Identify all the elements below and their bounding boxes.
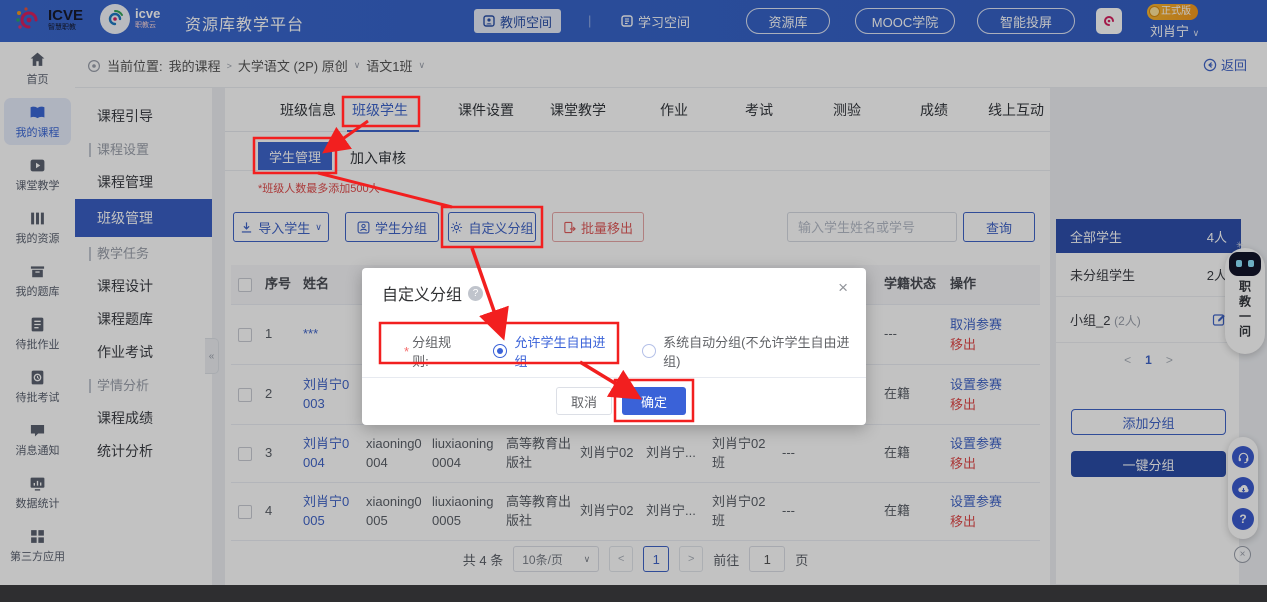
rule-label: 分组规则: [412,332,467,370]
modal-title: 自定义分组 ? [382,281,483,305]
close-icon[interactable]: × [838,278,848,298]
help-icon[interactable]: ? [468,286,483,301]
radio-auto-group-label[interactable]: 系统自动分组(不允许学生自由进组) [663,332,866,370]
radio-free-join-label[interactable]: 允许学生自由进组 [514,332,618,370]
confirm-button[interactable]: 确定 [622,387,686,415]
radio-auto-group[interactable] [642,344,656,358]
modal-footer-divider [362,377,866,378]
required-star: * [404,344,409,359]
app-screen: ICVE 智慧职教 icve 职教云 资源库教学平台 [0,0,1267,602]
custom-grouping-modal: 自定义分组 ? × * 分组规则: 允许学生自由进组 系统自动分组(不允许学生自… [362,268,866,425]
cancel-button[interactable]: 取消 [556,387,612,415]
grouping-rule-row: * 分组规则: 允许学生自由进组 系统自动分组(不允许学生自由进组) [404,332,866,370]
radio-free-join[interactable] [493,344,507,358]
